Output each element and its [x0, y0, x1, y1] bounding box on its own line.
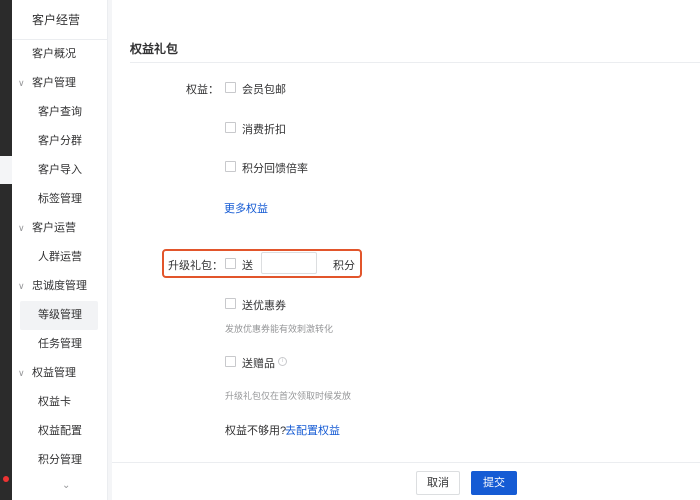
sidebar-group[interactable]: ∨ 权益管理	[12, 359, 107, 388]
sidebar-item-label: 权益管理	[32, 367, 76, 379]
sidebar-item[interactable]: 客户查询	[12, 98, 107, 127]
cancel-button[interactable]: 取消	[416, 471, 460, 495]
sidebar-item[interactable]: 标签管理	[12, 185, 107, 214]
checkbox-discount[interactable]	[225, 122, 236, 133]
sidebar-item[interactable]: 权益配置	[12, 417, 107, 446]
checkbox-free-shipping[interactable]	[225, 82, 236, 93]
sidebar-item-label: 权益配置	[38, 425, 82, 437]
app-edge-bar	[0, 0, 12, 500]
main-panel: 权益礼包 权益： 会员包邮 消费折扣 积分回馈倍率 更多权益 升级礼包： 送 积…	[112, 0, 700, 462]
checkbox-give-coupon[interactable]	[225, 298, 236, 309]
sidebar-item[interactable]: 等级管理	[20, 301, 98, 330]
section-title: 权益礼包	[130, 42, 179, 56]
sidebar-item[interactable]: 客户分群	[12, 127, 107, 156]
sidebar-item-label: 客户分群	[38, 135, 82, 147]
configure-benefits-link[interactable]: 去配置权益	[285, 422, 340, 438]
sidebar-item-label: 客户概况	[32, 48, 76, 60]
sidebar-title: 客户经营	[12, 0, 107, 40]
more-benefits-link[interactable]: 更多权益	[224, 200, 268, 216]
sidebar-item-label: 客户导入	[38, 164, 82, 176]
give-gift-label[interactable]: 送赠品	[242, 355, 275, 371]
sidebar-item-label: 客户管理	[32, 77, 76, 89]
checkbox-give-points[interactable]	[225, 258, 236, 269]
gift-hint: 升级礼包仅在首次领取时候发放	[225, 391, 352, 401]
info-icon[interactable]: i	[278, 357, 287, 366]
sidebar-item-label: 人群运营	[38, 251, 82, 263]
action-footer: 取消 提交	[112, 462, 700, 500]
sidebar-item-label: 任务管理	[38, 338, 82, 350]
checkbox-points-rate[interactable]	[225, 161, 236, 172]
chevron-down-icon: ∨	[18, 78, 25, 88]
sidebar-item[interactable]: 任务管理	[12, 330, 107, 359]
checkbox-give-gift[interactable]	[225, 356, 236, 367]
not-enough-text: 权益不够用?	[225, 425, 287, 437]
give-label: 送	[242, 260, 253, 272]
points-input[interactable]	[261, 252, 317, 274]
sidebar-item-label: 标签管理	[38, 193, 82, 205]
sidebar-menu: 客户概况 ∨ 客户管理客户查询客户分群客户导入标签管理 ∨ 客户运营人群运营 ∨ 忠诚度管理…	[12, 40, 107, 475]
sidebar-group[interactable]: ∨ 忠诚度管理	[12, 272, 107, 301]
sidebar-item-label: 客户运营	[32, 222, 76, 234]
chevron-down-icon: ∨	[18, 368, 25, 378]
sidebar-item-label: 积分管理	[38, 454, 82, 466]
benefit-free-shipping-label[interactable]: 会员包邮	[242, 81, 286, 97]
sidebar-item[interactable]: 人群运营	[12, 243, 107, 272]
coupon-hint: 发放优惠券能有效刺激转化	[225, 324, 334, 334]
edge-gap	[0, 156, 12, 184]
points-unit-label: 积分	[333, 260, 355, 272]
notification-dot	[3, 476, 9, 482]
section-divider	[130, 62, 700, 63]
sidebar-item-label: 权益卡	[38, 396, 71, 408]
sidebar-group[interactable]: ∨ 客户运营	[12, 214, 107, 243]
benefits-label: 权益：	[186, 84, 219, 96]
benefit-discount-label[interactable]: 消费折扣	[242, 121, 286, 137]
give-coupon-label[interactable]: 送优惠券	[242, 297, 286, 313]
chevron-down-icon[interactable]: ⌄	[62, 480, 70, 491]
benefit-points-rate-label[interactable]: 积分回馈倍率	[242, 160, 308, 176]
sidebar-item-label: 等级管理	[38, 309, 82, 321]
sidebar: 客户经营 客户概况 ∨ 客户管理客户查询客户分群客户导入标签管理 ∨ 客户运营人群运营 ∨…	[12, 0, 108, 500]
sidebar-item[interactable]: 客户导入	[12, 156, 107, 185]
upgrade-gift-label: 升级礼包：	[168, 260, 223, 272]
chevron-down-icon: ∨	[18, 281, 25, 291]
sidebar-item[interactable]: 客户概况	[12, 40, 107, 69]
sidebar-item-label: 忠诚度管理	[32, 280, 87, 292]
sidebar-item-label: 客户查询	[38, 106, 82, 118]
sidebar-item[interactable]: 积分管理	[12, 446, 107, 475]
sidebar-group[interactable]: ∨ 客户管理	[12, 69, 107, 98]
sidebar-item[interactable]: 权益卡	[12, 388, 107, 417]
submit-button[interactable]: 提交	[471, 471, 517, 495]
chevron-down-icon: ∨	[18, 223, 25, 233]
